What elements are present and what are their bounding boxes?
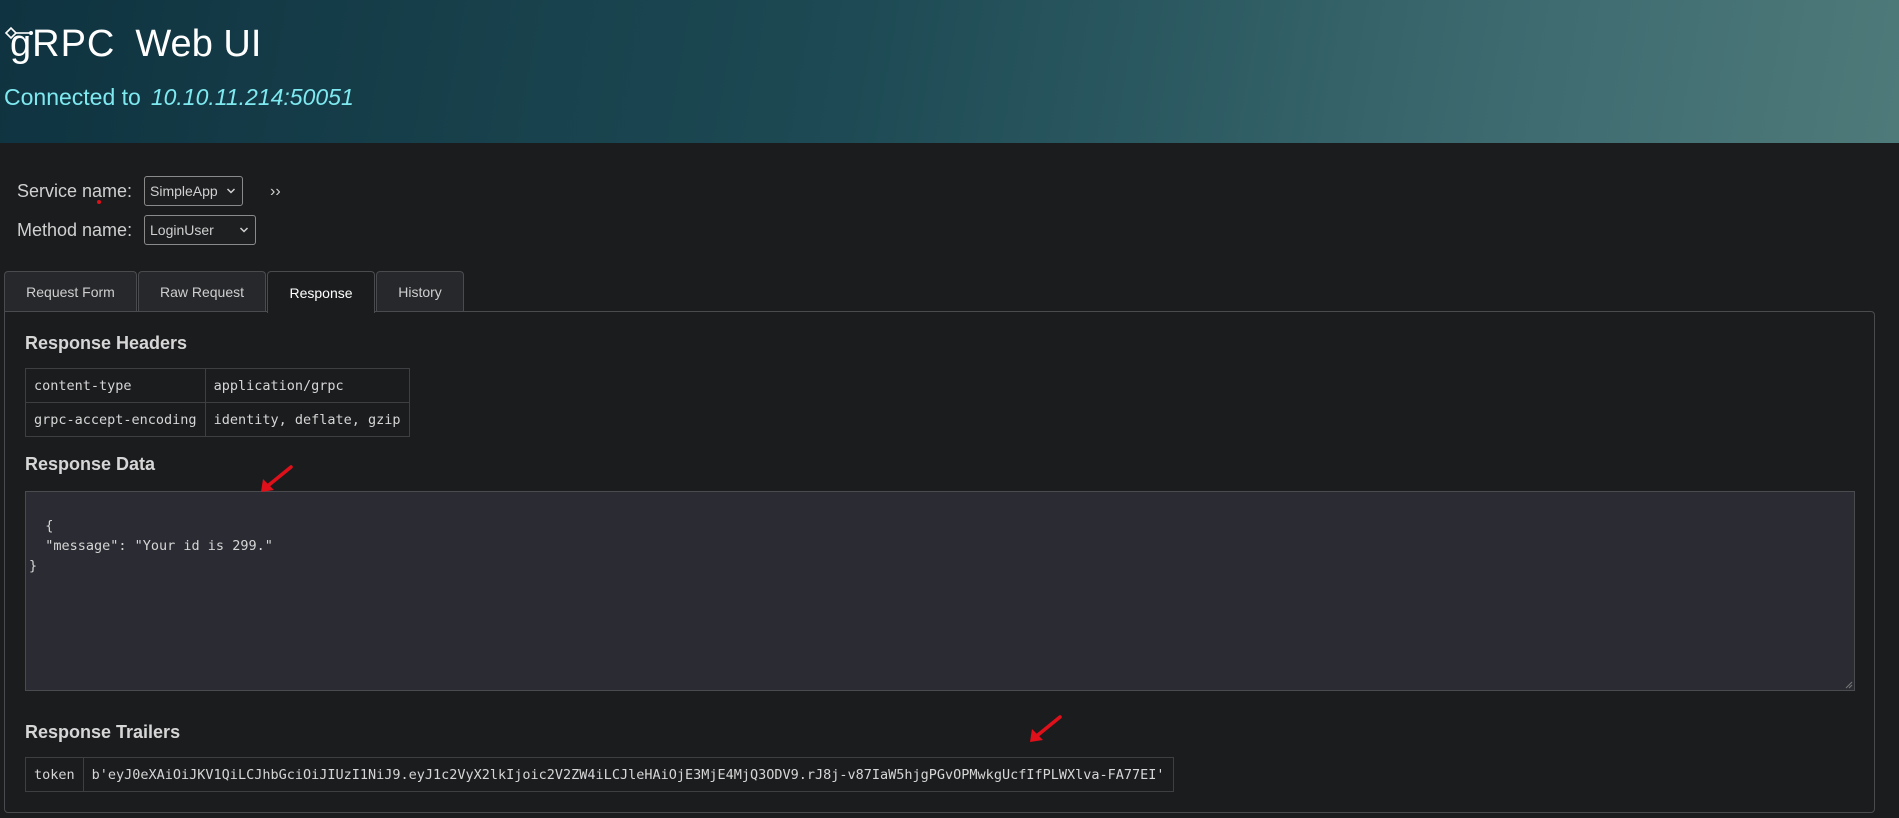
annotation-dot [97,200,101,204]
tab-label: History [398,284,442,300]
app-logo: gRPC Web UI [4,20,261,68]
response-trailers-table: token b'eyJ0eXAiOiJKV1QiLCJhbGciOiJIUzI1… [25,757,1174,792]
service-label: Service name: [17,180,133,201]
table-row: grpc-accept-encoding identity, deflate, … [25,402,410,437]
response-trailers-title: Response Trailers [25,722,181,742]
tab-label: Raw Request [159,284,245,300]
app-header: gRPC Web UI Connected to 10.10.11.214:500… [0,0,1899,143]
header-key: grpc-accept-encoding [25,402,206,437]
tab-label: Response [289,284,353,301]
response-data-text: { "message": "Your id is 299." } [29,518,273,574]
annotation-arrow-icon [1030,715,1062,742]
connection-status: Connected to 10.10.11.214:50051 [4,84,354,111]
service-row: Service name: SimpleApp [17,176,243,206]
connected-label: Connected to [4,84,141,110]
header-key: content-type [25,368,206,403]
response-headers-title: Response Headers [25,333,188,353]
header-value: application/grpc [204,368,410,403]
trailer-value: b'eyJ0eXAiOiJKV1QiLCJhbGciOiJIUzI1NiJ9.e… [82,757,1174,792]
response-headers-table: content-type application/grpc grpc-accep… [25,368,410,437]
response-data-textarea[interactable]: { "message": "Your id is 299." } [25,491,1855,691]
response-data-title: Response Data [25,454,156,474]
trailer-key: token [25,757,84,792]
tab-label: Request Form [26,284,115,300]
grpc-logo-mark-icon [4,26,33,39]
chevron-down-icon [226,188,236,194]
tab-raw-request[interactable]: Raw Request [138,271,266,312]
service-select-value: SimpleApp [150,183,218,199]
table-row: token b'eyJ0eXAiOiJKV1QiLCJhbGciOiJIUzI1… [25,757,1174,792]
tab-bar: Request Form Raw Request Response Histor… [4,271,465,313]
server-address: 10.10.11.214:50051 [150,84,354,110]
resize-handle-icon[interactable] [1843,679,1853,689]
chevron-down-icon [239,227,249,233]
method-label: Method name: [17,219,133,240]
method-select[interactable]: LoginUser [144,215,256,245]
annotation-arrow-icon [261,465,293,492]
header-value: identity, deflate, gzip [204,402,410,437]
method-row: Method name: LoginUser [17,215,256,245]
grpc-logo-text: gRPC [4,23,115,66]
service-select[interactable]: SimpleApp [144,176,243,206]
app-title: Web UI [135,22,262,65]
method-select-value: LoginUser [150,222,214,238]
tab-response[interactable]: Response [267,271,375,313]
expand-toggle[interactable]: ›› [270,183,281,201]
tab-history[interactable]: History [376,271,464,312]
table-row: content-type application/grpc [25,368,410,403]
tab-request-form[interactable]: Request Form [4,271,137,312]
